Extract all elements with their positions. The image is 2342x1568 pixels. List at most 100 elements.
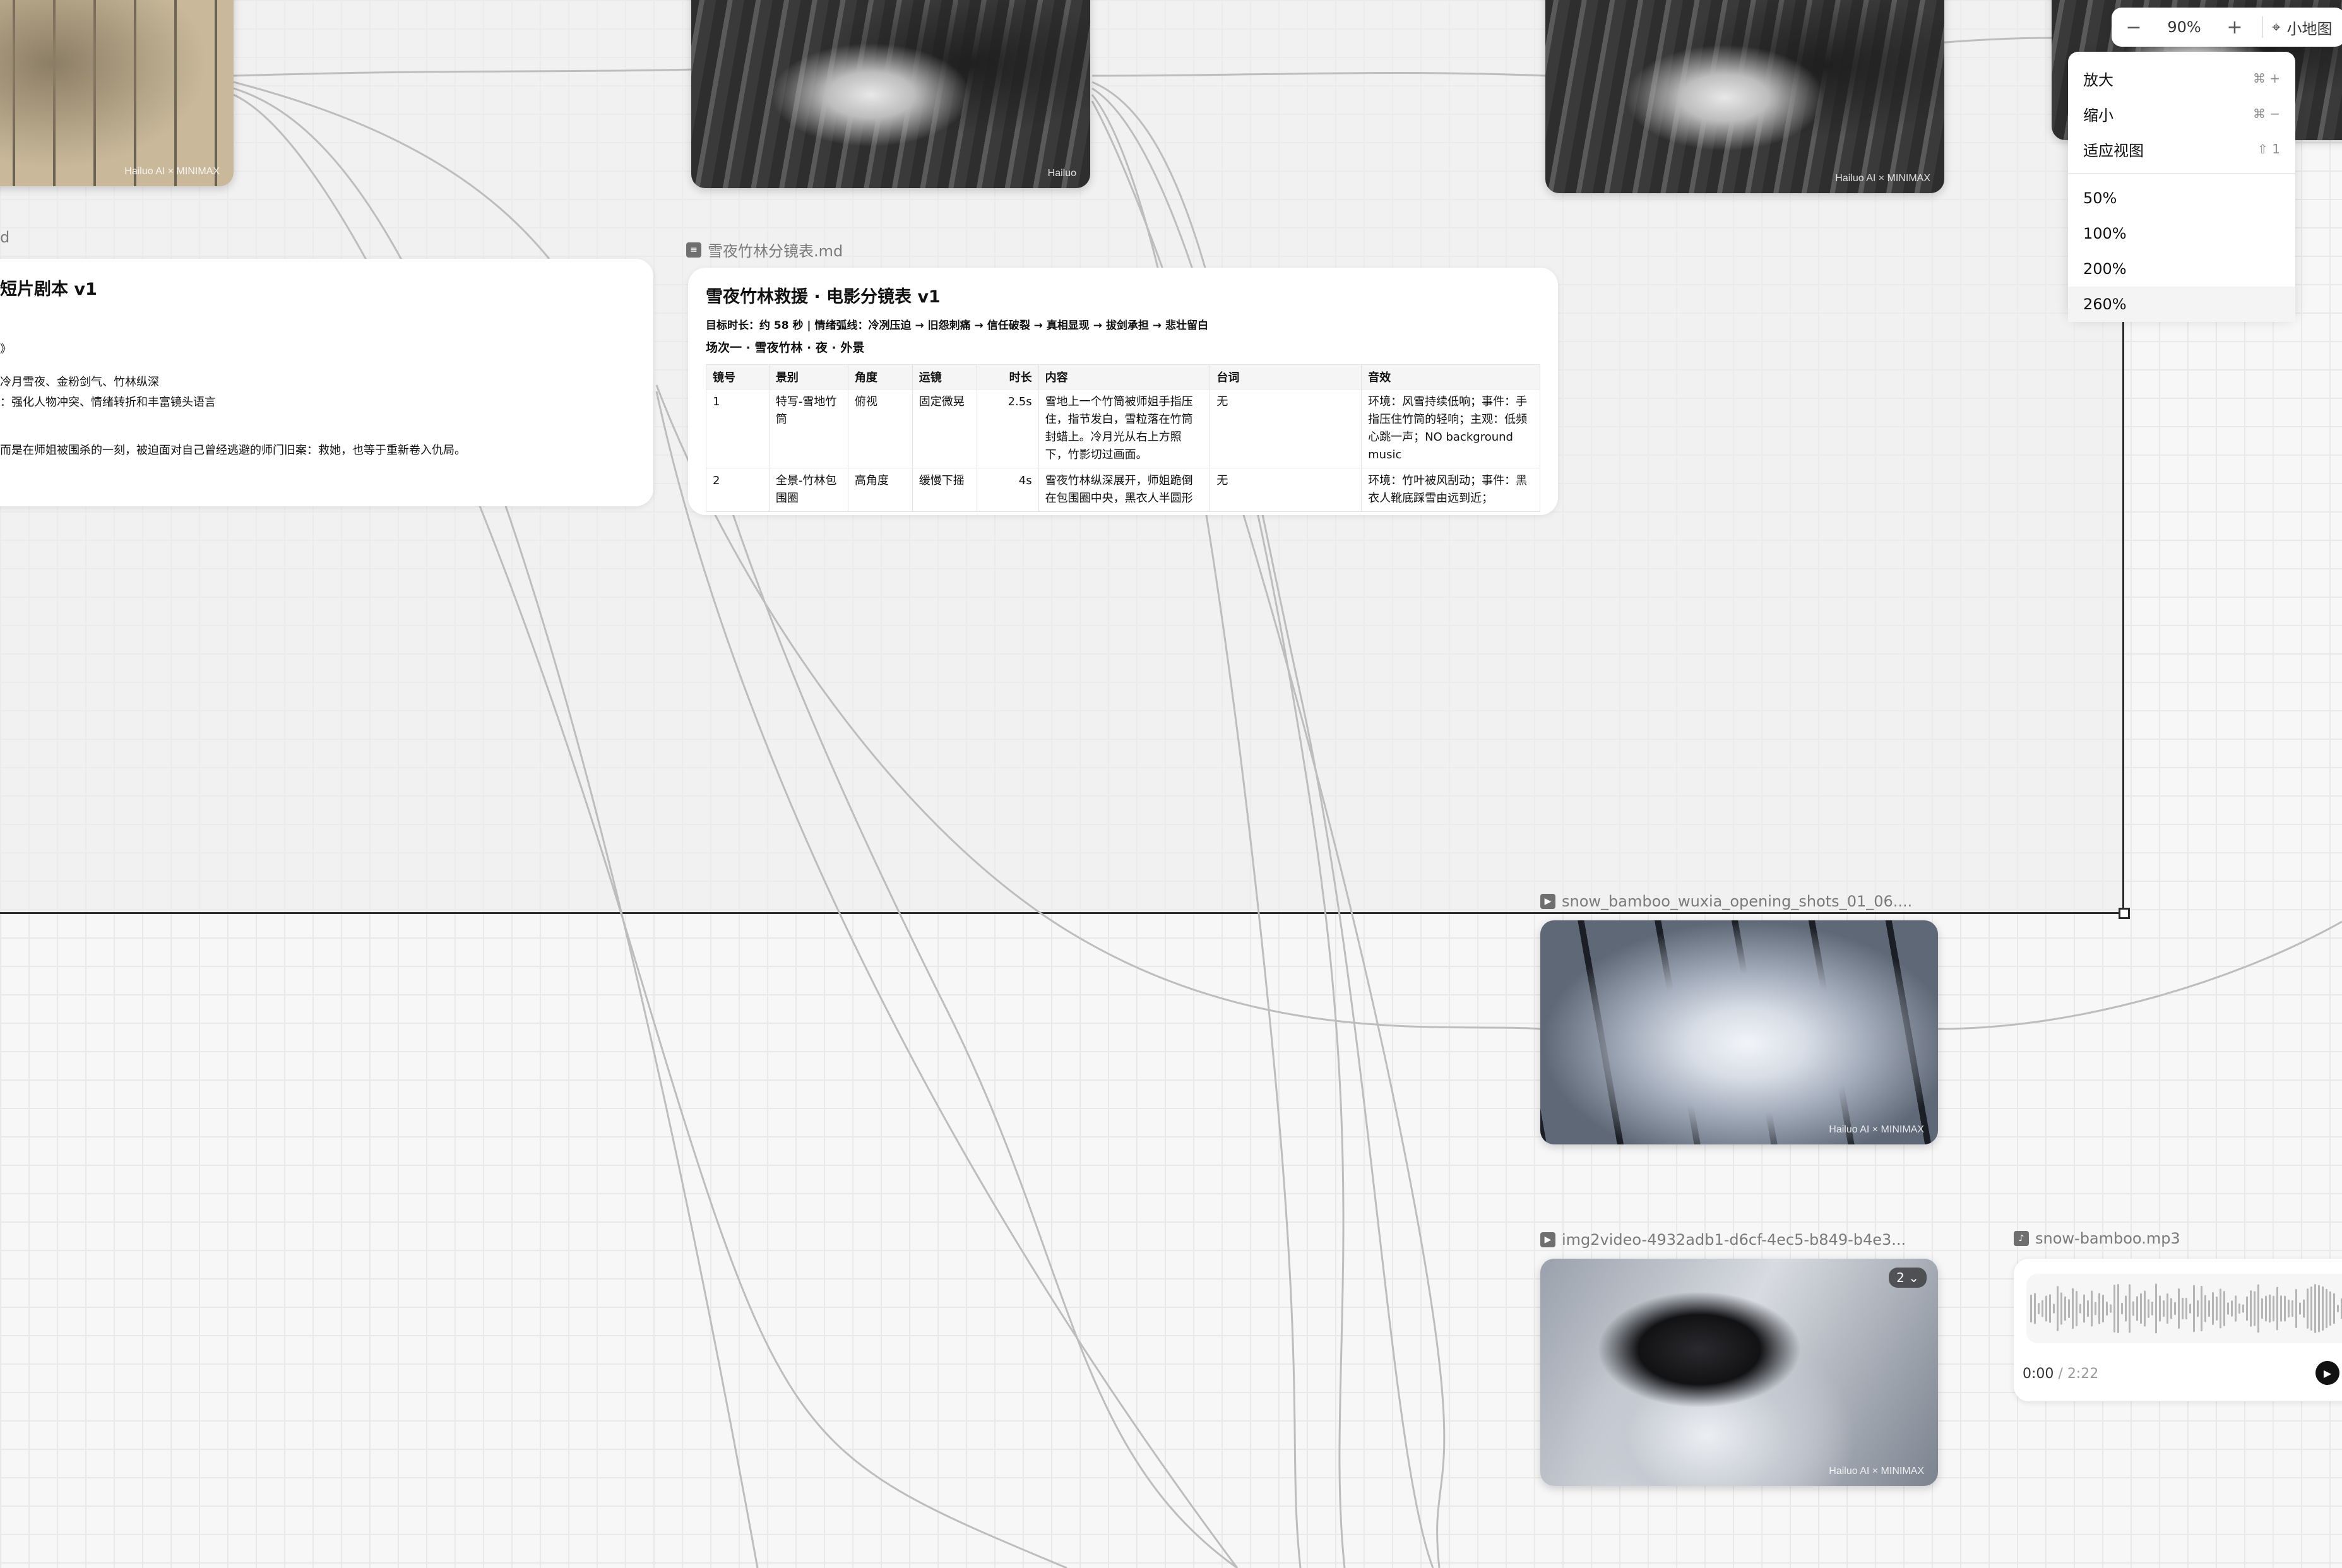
video-node-2[interactable]: 2 ⌄ Hailuo AI × MINIMAX xyxy=(1540,1259,1938,1486)
shortcut-hint: ⇧ 1 xyxy=(2257,141,2280,157)
shot-number: 2 xyxy=(706,468,770,512)
script-line: 而是在师姐被围杀的一刻，被迫面对自己曾经逃避的师门旧案：救她，也等于重新卷入仇局… xyxy=(0,444,466,457)
video-node-1[interactable]: Hailuo AI × MINIMAX xyxy=(1540,920,1938,1144)
shot-movement: 缓慢下摇 xyxy=(912,468,977,512)
waveform-bar xyxy=(2310,1286,2312,1331)
waveform-bar xyxy=(2269,1294,2271,1323)
waveform-bar xyxy=(2307,1288,2309,1329)
zoom-toolbar: − 90% + ⌖ 小地图 xyxy=(2112,8,2342,47)
shot-size: 全景-竹林包围圈 xyxy=(768,468,848,512)
audio-waveform[interactable] xyxy=(2026,1274,2342,1343)
minimap-toggle[interactable]: ⌖ 小地图 xyxy=(2268,16,2333,39)
audio-node[interactable]: 0:00 / 2:22 ▶ xyxy=(2014,1259,2342,1401)
video-node-label: ▶ img2video-4932adb1-d6cf-4ec5-b849-b4e3… xyxy=(1540,1231,1906,1249)
video-icon: ▶ xyxy=(1540,1232,1555,1247)
waveform-bar xyxy=(2140,1293,2142,1324)
menu-item-zoom-100[interactable]: 100% xyxy=(2068,216,2295,251)
waveform-bar xyxy=(2170,1298,2172,1319)
waveform-bar xyxy=(2155,1283,2157,1334)
waveform-bar xyxy=(2042,1300,2043,1317)
menu-item-zoom-in[interactable]: 放大 ⌘ + xyxy=(2068,61,2295,96)
waveform-bar xyxy=(2182,1297,2184,1320)
shot-angle: 高角度 xyxy=(847,468,913,512)
waveform-bar xyxy=(2238,1303,2240,1314)
storyboard-title: 雪夜竹林救援 · 电影分镜表 v1 xyxy=(706,287,941,307)
zoom-menu: 放大 ⌘ + 缩小 ⌘ − 适应视图 ⇧ 1 50% 100% 200% 260… xyxy=(2068,52,2295,322)
menu-divider xyxy=(2068,173,2295,174)
waveform-bar xyxy=(2113,1285,2115,1333)
waveform-bar xyxy=(2337,1305,2339,1312)
waveform-bar xyxy=(2212,1292,2214,1326)
waveform-bar xyxy=(2095,1302,2096,1316)
zoom-in-button[interactable]: + xyxy=(2213,16,2257,39)
waveform-bar xyxy=(2057,1286,2059,1331)
waveform-bar xyxy=(2261,1298,2263,1319)
top-right-image-node[interactable]: Hailuo AI × MINIMAX xyxy=(1545,0,1944,193)
waveform-bar xyxy=(2329,1291,2331,1326)
top-center-image-node[interactable]: Hailuo xyxy=(691,0,1090,188)
waveform-bar xyxy=(2174,1302,2176,1316)
shot-angle: 俯视 xyxy=(847,389,913,468)
document-icon: ≡ xyxy=(686,242,701,258)
script-title: 短片剧本 v1 xyxy=(0,280,97,299)
waveform-bar xyxy=(2280,1295,2282,1322)
waveform-bar xyxy=(2322,1286,2324,1331)
zoom-out-button[interactable]: − xyxy=(2112,16,2156,39)
storyboard-doc-card[interactable]: 雪夜竹林救援 · 电影分镜表 v1 目标时长：约 58 秒 | 情绪弧线：冷冽压… xyxy=(688,268,1558,515)
waveform-bar xyxy=(2299,1302,2301,1315)
menu-item-zoom-260[interactable]: 260% xyxy=(2068,287,2295,322)
script-node-label: d xyxy=(0,229,10,246)
waveform-bar xyxy=(2201,1286,2202,1331)
script-doc-card[interactable]: 短片剧本 v1 》 冷月雪夜、金粉剑气、竹林纵深 ：强化人物冲突、情绪转折和丰富… xyxy=(0,259,653,506)
waveform-bar xyxy=(2083,1294,2085,1323)
waveform-bar xyxy=(2178,1288,2180,1329)
divider xyxy=(2262,16,2263,38)
storyboard-file-label: ≡ 雪夜竹林分镜表.md xyxy=(686,239,843,261)
image-watermark: Hailuo xyxy=(1047,168,1076,179)
edge xyxy=(1937,920,2342,1030)
image-watermark: Hailuo AI × MINIMAX xyxy=(1829,1466,1924,1476)
shot-content: 雪夜竹林纵深展开，师姐跪倒在包围圈中央，黑衣人半圆形 xyxy=(1038,468,1211,512)
waveform-bar xyxy=(2326,1288,2327,1329)
waveform-bar xyxy=(2197,1300,2199,1317)
waveform-bar xyxy=(2189,1304,2191,1314)
audio-node-label: ♪ snow-bamboo.mp3 xyxy=(2014,1230,2180,1247)
storyboard-scene: 场次一 · 雪夜竹林 · 夜 · 外景 xyxy=(706,341,865,355)
menu-item-zoom-200[interactable]: 200% xyxy=(2068,251,2295,287)
waveform-bar xyxy=(2257,1284,2259,1333)
zoom-level[interactable]: 90% xyxy=(2156,18,2213,36)
shot-duration: 2.5s xyxy=(976,389,1039,468)
image-watermark: Hailuo AI × MINIMAX xyxy=(124,166,220,177)
selection-resize-handle[interactable] xyxy=(2119,908,2130,919)
waveform-bars xyxy=(2030,1283,2342,1334)
waveform-bar xyxy=(2242,1304,2244,1313)
audio-duration: 2:22 xyxy=(2067,1366,2099,1382)
waveform-bar xyxy=(2273,1295,2274,1322)
shot-dialogue: 无 xyxy=(1210,468,1362,512)
waveform-bar xyxy=(2333,1293,2335,1324)
column-header: 台词 xyxy=(1210,364,1362,389)
menu-item-zoom-50[interactable]: 50% xyxy=(2068,181,2295,216)
waveform-bar xyxy=(2136,1296,2138,1321)
waveform-bar xyxy=(2185,1297,2187,1320)
waveform-bar xyxy=(2079,1304,2081,1314)
script-line: 》 xyxy=(0,343,11,356)
video-node-label: ▶ snow_bamboo_wuxia_opening_shots_01_06.… xyxy=(1540,893,1912,910)
column-header: 景别 xyxy=(768,364,848,389)
shortcut-hint: ⌘ − xyxy=(2252,106,2280,121)
waveform-bar xyxy=(2110,1304,2112,1313)
menu-item-fit-view[interactable]: 适应视图 ⇧ 1 xyxy=(2068,131,2295,167)
column-header: 角度 xyxy=(847,364,913,389)
version-badge[interactable]: 2 ⌄ xyxy=(1889,1268,1927,1288)
waveform-bar xyxy=(2193,1285,2195,1333)
script-line: 冷月雪夜、金粉剑气、竹林纵深 xyxy=(0,376,159,389)
waveform-bar xyxy=(2060,1292,2062,1325)
shortcut-hint: ⌘ + xyxy=(2252,71,2280,86)
column-header: 镜号 xyxy=(706,364,770,389)
menu-item-zoom-out[interactable]: 缩小 ⌘ − xyxy=(2068,96,2295,131)
top-left-image-node[interactable]: Hailuo AI × MINIMAX xyxy=(0,0,234,186)
waveform-bar xyxy=(2121,1302,2123,1315)
waveform-bar xyxy=(2129,1284,2131,1333)
shot-duration: 4s xyxy=(976,468,1039,512)
play-button[interactable]: ▶ xyxy=(2315,1361,2339,1385)
